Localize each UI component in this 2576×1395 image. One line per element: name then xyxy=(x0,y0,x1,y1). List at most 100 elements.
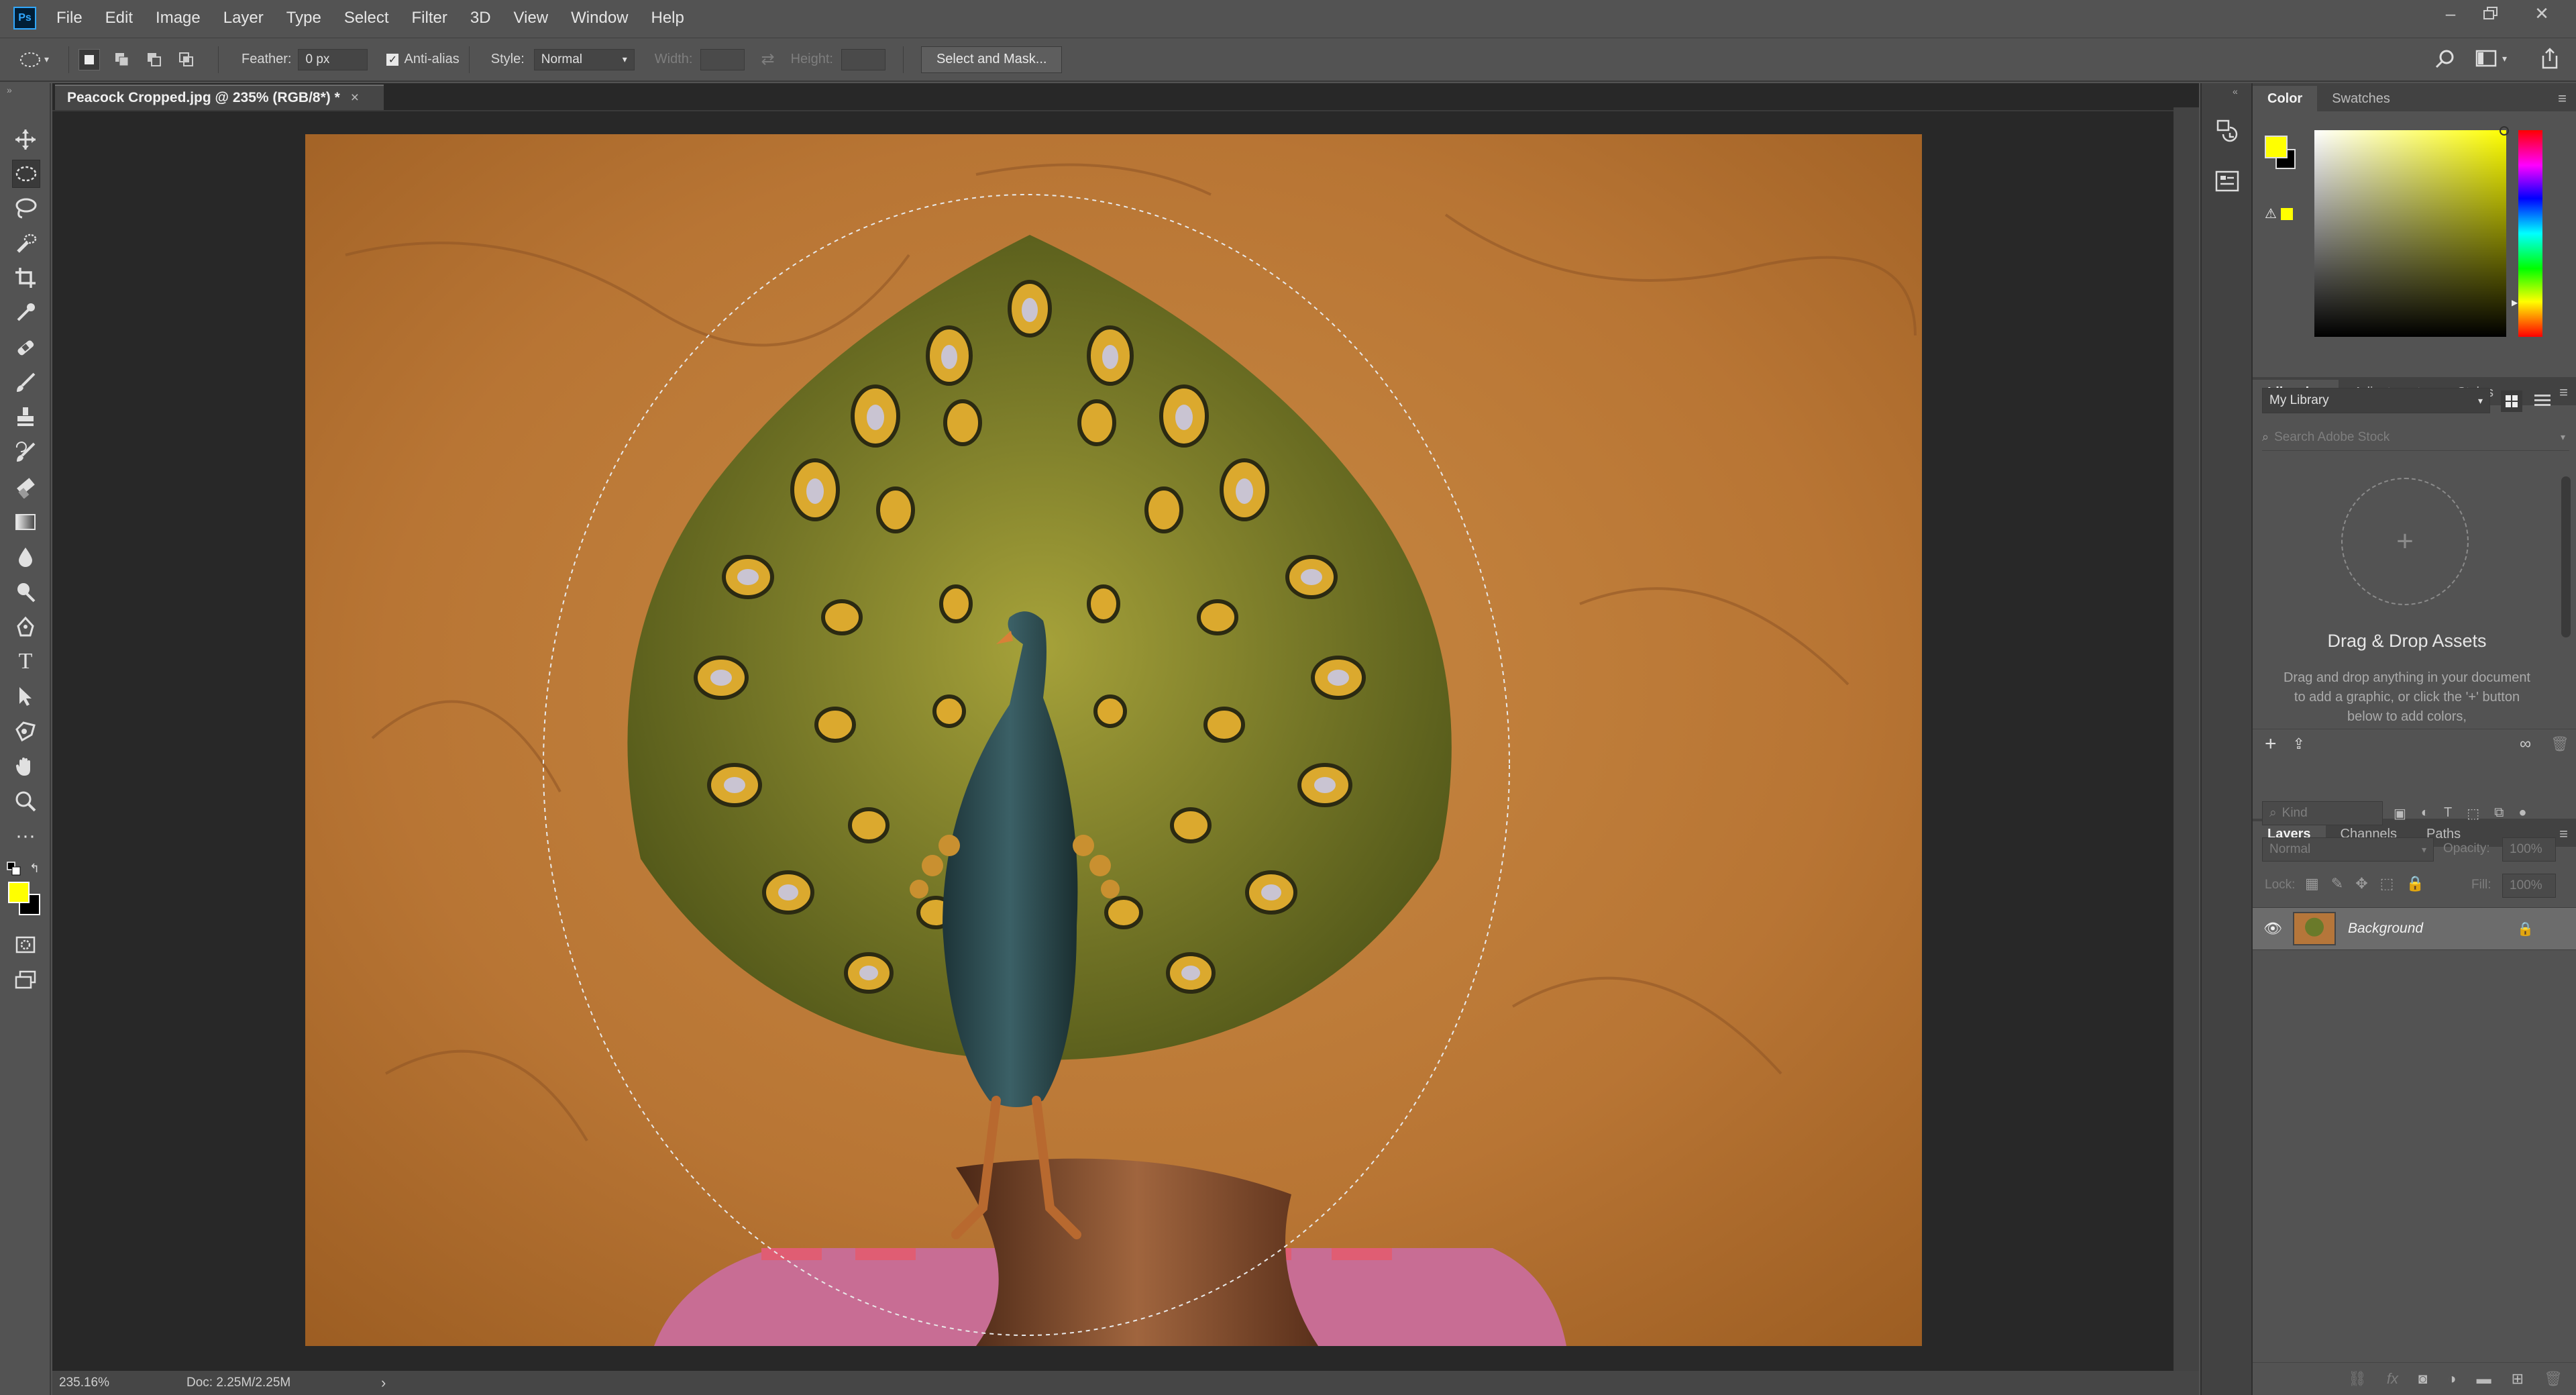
search-icon[interactable] xyxy=(2434,48,2457,74)
lock-artboard-icon[interactable]: ⬚ xyxy=(2380,875,2394,892)
healing-brush-tool-icon[interactable] xyxy=(12,334,39,361)
filter-pixel-icon[interactable]: ▣ xyxy=(2394,805,2406,822)
menu-file[interactable]: File xyxy=(56,9,83,28)
filter-toggle-icon[interactable]: ● xyxy=(2518,805,2526,822)
lock-all-icon[interactable]: 🔒 xyxy=(2406,875,2424,892)
close-window-icon[interactable]: ✕ xyxy=(2522,0,2561,27)
gradient-tool-icon[interactable] xyxy=(12,509,39,535)
collapse-panels-icon[interactable]: « xyxy=(2233,86,2238,97)
share-icon[interactable] xyxy=(2540,46,2560,74)
zoom-level[interactable]: 235.16% xyxy=(59,1376,173,1390)
panel-menu-icon[interactable]: ≡ xyxy=(2559,384,2568,401)
history-panel-icon[interactable] xyxy=(2214,118,2241,148)
delete-layer-icon[interactable]: 🗑 xyxy=(2544,1370,2563,1388)
fill-input[interactable]: 100% xyxy=(2502,874,2556,898)
history-brush-tool-icon[interactable] xyxy=(12,439,39,466)
image-canvas[interactable] xyxy=(305,134,1922,1346)
filter-shape-icon[interactable]: ⬚ xyxy=(2467,805,2479,822)
menu-window[interactable]: Window xyxy=(571,9,628,28)
hue-slider[interactable] xyxy=(2518,130,2542,337)
menu-edit[interactable]: Edit xyxy=(105,9,133,28)
collapse-toolbar-icon[interactable]: » xyxy=(7,85,12,95)
elliptical-marquee-tool-icon[interactable] xyxy=(12,160,40,188)
tab-color[interactable]: Color xyxy=(2253,86,2318,111)
libraries-scrollbar[interactable] xyxy=(2561,476,2571,637)
path-selection-tool-icon[interactable] xyxy=(12,683,39,710)
swap-width-height-icon[interactable]: ⇄ xyxy=(761,50,774,69)
add-asset-drop-target[interactable]: + xyxy=(2341,478,2469,605)
restore-icon[interactable] xyxy=(2471,0,2510,27)
select-and-mask-button[interactable]: Select and Mask... xyxy=(920,46,1063,73)
out-of-gamut-warning-icon[interactable]: ⚠ xyxy=(2265,205,2277,222)
move-tool-icon[interactable] xyxy=(12,126,39,153)
link-layers-icon[interactable]: ⛓ xyxy=(2348,1370,2367,1388)
color-picker-field[interactable] xyxy=(2314,126,2509,337)
gamut-color-chip[interactable] xyxy=(2281,208,2293,220)
menu-type[interactable]: Type xyxy=(286,9,321,28)
menu-image[interactable]: Image xyxy=(156,9,201,28)
tool-preset-picker[interactable]: ▾ xyxy=(19,51,59,68)
document-tab[interactable]: Peacock Cropped.jpg @ 235% (RGB/8*) * × xyxy=(55,85,384,110)
new-layer-icon[interactable]: ⊞ xyxy=(2512,1370,2524,1388)
feather-input[interactable]: 0 px xyxy=(298,48,368,70)
visibility-eye-icon[interactable]: 👁 xyxy=(2253,920,2293,937)
style-select[interactable]: Normal ▾ xyxy=(533,48,635,70)
stock-search-input[interactable]: Search Adobe Stock xyxy=(2274,430,2390,445)
menu-layer[interactable]: Layer xyxy=(223,9,264,28)
menu-3d[interactable]: 3D xyxy=(470,9,491,28)
panel-menu-icon[interactable]: ≡ xyxy=(2559,825,2568,843)
add-content-icon[interactable]: + xyxy=(2265,733,2277,756)
blur-tool-icon[interactable] xyxy=(12,544,39,570)
library-select[interactable]: My Library ▾ xyxy=(2262,388,2490,413)
close-tab-icon[interactable]: × xyxy=(351,90,359,106)
hue-slider-handle-icon[interactable]: ▶ xyxy=(2512,298,2518,307)
layer-filter-select[interactable]: ⌕ Kind xyxy=(2262,801,2383,825)
brush-tool-icon[interactable] xyxy=(12,369,39,396)
adjustment-layer-icon[interactable]: ◑ xyxy=(2447,1370,2456,1388)
tab-swatches[interactable]: Swatches xyxy=(2317,86,2405,111)
grid-view-icon[interactable] xyxy=(2501,391,2522,412)
creative-cloud-sync-icon[interactable]: ∞ xyxy=(2520,735,2531,754)
quick-selection-tool-icon[interactable] xyxy=(12,229,39,256)
upload-icon[interactable]: ⇪ xyxy=(2293,735,2305,753)
eyedropper-tool-icon[interactable] xyxy=(12,299,39,326)
list-view-icon[interactable] xyxy=(2533,391,2552,414)
blend-mode-select[interactable]: Normal ▾ xyxy=(2262,837,2434,862)
hand-tool-icon[interactable] xyxy=(12,753,39,780)
foreground-color-swatch[interactable] xyxy=(8,882,30,903)
swap-colors-icon[interactable]: ↰ xyxy=(30,862,40,876)
lock-transparent-pixels-icon[interactable]: ▦ xyxy=(2305,875,2319,892)
crop-tool-icon[interactable] xyxy=(12,264,39,291)
screen-mode-icon[interactable] xyxy=(12,966,39,993)
default-colors-icon[interactable] xyxy=(7,862,21,880)
new-group-icon[interactable]: ▬ xyxy=(2477,1370,2491,1388)
lock-position-icon[interactable]: ✥ xyxy=(2355,875,2367,892)
intersect-selection-button[interactable] xyxy=(176,50,197,70)
status-menu-arrow[interactable]: › xyxy=(381,1374,386,1392)
height-input[interactable] xyxy=(841,48,885,70)
properties-panel-icon[interactable] xyxy=(2214,168,2241,198)
new-selection-button[interactable] xyxy=(78,48,100,70)
trash-icon[interactable]: 🗑 xyxy=(2551,735,2569,753)
quick-mask-icon[interactable] xyxy=(12,931,39,958)
layer-row[interactable]: 👁 Background 🔒 xyxy=(2253,907,2576,950)
edit-toolbar-icon[interactable]: ··· xyxy=(12,823,39,849)
menu-filter[interactable]: Filter xyxy=(412,9,447,28)
color-picker-cursor[interactable] xyxy=(2500,126,2509,136)
menu-view[interactable]: View xyxy=(514,9,549,28)
clone-stamp-tool-icon[interactable] xyxy=(12,404,39,431)
add-mask-icon[interactable]: ◙ xyxy=(2418,1370,2427,1388)
layer-name[interactable]: Background xyxy=(2348,921,2423,937)
anti-alias-checkbox[interactable]: ✓ xyxy=(386,53,399,66)
stock-search-box[interactable]: ⌕ Search Adobe Stock ▾ xyxy=(2262,424,2569,451)
lasso-tool-icon[interactable] xyxy=(12,195,39,221)
vertical-scrollbar[interactable] xyxy=(2174,107,2199,1371)
lock-image-pixels-icon[interactable]: ✎ xyxy=(2331,875,2343,892)
minimize-icon[interactable]: – xyxy=(2431,0,2470,27)
add-to-selection-button[interactable] xyxy=(112,50,132,70)
width-input[interactable] xyxy=(700,48,745,70)
opacity-input[interactable]: 100% xyxy=(2502,837,2556,862)
zoom-tool-icon[interactable] xyxy=(12,788,39,815)
filter-adjustment-icon[interactable]: ◐ xyxy=(2421,805,2429,822)
custom-shape-tool-icon[interactable] xyxy=(12,718,39,745)
